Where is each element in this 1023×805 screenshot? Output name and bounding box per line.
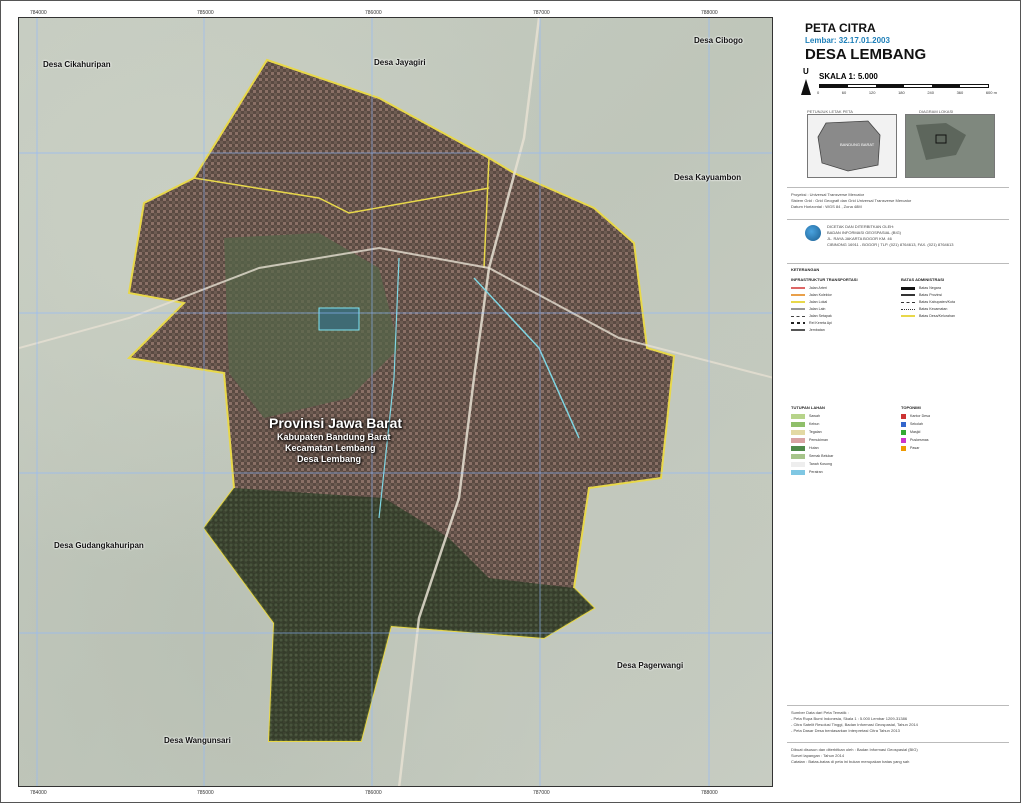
coord-top-3: 786000 — [365, 10, 382, 16]
legend-item: Batas Negara — [901, 285, 941, 291]
legend-item: Sawah — [791, 413, 820, 419]
legend-title: KETERANGAN — [791, 267, 820, 272]
inset-location-map: BANDUNG BARAT — [807, 114, 897, 178]
scale-tick: 60 — [841, 90, 847, 95]
legend-item: Kebun — [791, 421, 819, 427]
inset-diagram-shape — [906, 115, 994, 177]
label-desa-jayagiri: Desa Jayagiri — [374, 58, 426, 67]
credit-line: Catatan : Batas-batas di peta ini bukan … — [791, 759, 910, 764]
legend-item: Jalan Setapak — [791, 313, 832, 319]
north-arrow-icon — [801, 79, 811, 95]
label-village: Desa Lembang — [297, 454, 362, 464]
credit-info: Dibuat disusun dan diterbitkan oleh : Ba… — [791, 747, 918, 765]
map-type-title: PETA CITRA — [805, 21, 876, 35]
legend-item: Jalan Lokal — [791, 299, 827, 305]
legend-item: Hutan — [791, 445, 819, 451]
label-province: Provinsi Jawa Barat — [269, 415, 403, 431]
north-letter: U — [803, 67, 809, 76]
coord-top-4: 787000 — [533, 10, 550, 16]
label-desa-gudangkahuripan: Desa Gudangkahuripan — [54, 541, 144, 550]
inset-diagram-map — [905, 114, 995, 178]
projection-info: Proyeksi : Universal Transverse Mercator… — [791, 192, 911, 210]
scale-tick: 240 — [927, 90, 934, 95]
legend-heading-transport: INFRASTRUKTUR TRANSPORTASI — [791, 277, 858, 282]
label-district: Kecamatan Lembang — [285, 443, 376, 453]
legend-item: Pemukiman — [791, 437, 828, 443]
desa-lembang-area — [126, 58, 676, 742]
scale-ticks: 0 60 120 180 240 360 600 m — [817, 90, 997, 95]
legend-item: Rel Kereta Api — [791, 320, 832, 326]
coord-bottom-5: 788000 — [701, 790, 718, 796]
map-canvas — [19, 18, 772, 786]
scale-text: SKALA 1: 5.000 — [819, 72, 878, 81]
legend-item: Batas Kecamatan — [901, 306, 947, 312]
legend-item: Pasar — [901, 445, 919, 451]
agency-info: DICETAK DAN DITERBITKAN OLEH: BADAN INFO… — [827, 224, 953, 248]
legend-item: Batas Provinsi — [901, 292, 942, 298]
source-info: Sumber Data dari Peta Tematik : - Peta R… — [791, 710, 918, 734]
legend-item: Batas Kabupaten/Kota — [901, 299, 955, 305]
legend-item: Jalan Lain — [791, 306, 825, 312]
source-line: - Peta Dasar Desa berdasarkan Interpreta… — [791, 728, 900, 733]
coord-bottom-4: 787000 — [533, 790, 550, 796]
legend-item: Masjid — [901, 429, 920, 435]
legend-heading-landcover: TUTUPAN LAHAN — [791, 405, 825, 410]
legend-item: Semak Belukar — [791, 453, 833, 459]
page-title: DESA LEMBANG — [805, 46, 927, 63]
projection-line: Datum Horizontal : WGS 84 , Zona 48M — [791, 204, 862, 209]
scale-tick: 600 m — [985, 90, 997, 95]
legend-item: Tanah Kosong — [791, 461, 832, 467]
label-desa-wangunsari: Desa Wangunsari — [164, 736, 231, 745]
label-desa-pagerwangi: Desa Pagerwangi — [617, 661, 684, 670]
coord-bottom-1: 784000 — [30, 790, 47, 796]
legend-heading-admin: BATAS ADMINISTRASI — [901, 277, 945, 282]
scale-tick: 120 — [868, 90, 876, 95]
coord-top-5: 788000 — [701, 10, 718, 16]
legend-heading-toponymy: TOPONIMI — [901, 405, 921, 410]
big-logo-icon — [805, 225, 821, 241]
sheet-number: Lembar: 32.17.01.2003 — [805, 36, 890, 45]
coord-bottom-3: 786000 — [365, 790, 382, 796]
map-view[interactable]: Desa Cikahuripan Desa Jayagiri Desa Cibo… — [18, 17, 773, 787]
scale-tick: 0 — [817, 90, 820, 95]
legend-item: Tegalan — [791, 429, 822, 435]
map-info-panel: PETA CITRA Lembar: 32.17.01.2003 DESA LE… — [779, 17, 1015, 787]
label-desa-cibogo: Desa Cibogo — [694, 36, 743, 45]
agency-line: CIBINONG 16911 - BOGOR | TLP. (021) 8764… — [827, 242, 954, 247]
legend-item: Jalan Kolektor — [791, 292, 832, 298]
legend-item: Perairan — [791, 469, 823, 475]
coord-top-1: 784000 — [30, 10, 47, 16]
legend-item: Sekolah — [901, 421, 923, 427]
scale-tick: 360 — [956, 90, 964, 95]
coord-top-2: 785000 — [197, 10, 214, 16]
label-desa-kayuambon: Desa Kayuambon — [674, 173, 742, 182]
coord-bottom-2: 785000 — [197, 790, 214, 796]
legend-item: Jembatan — [791, 327, 825, 333]
legend-item: Jalan Arteri — [791, 285, 827, 291]
legend-item: Kantor Desa — [901, 413, 930, 419]
legend-item: Puskesmas — [901, 437, 929, 443]
legend-item: Batas Desa/Kelurahan — [901, 313, 955, 319]
label-regency: Kabupaten Bandung Barat — [277, 432, 391, 442]
label-desa-cikahuripan: Desa Cikahuripan — [43, 60, 111, 69]
scale-bar — [819, 84, 989, 88]
inset-regency-label: BANDUNG BARAT — [840, 142, 875, 147]
scale-tick: 180 — [898, 90, 905, 95]
